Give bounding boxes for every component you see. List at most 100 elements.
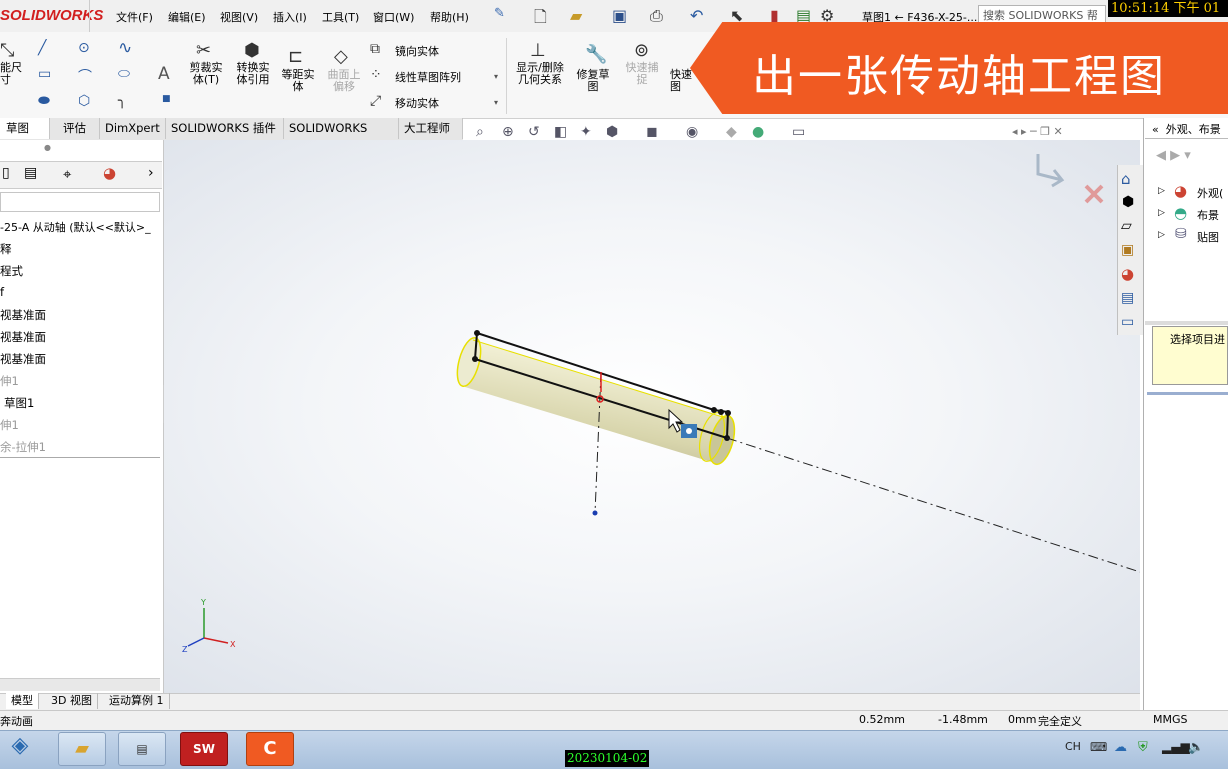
circle-icon[interactable]: ⊙: [78, 40, 90, 56]
tree-item-appearances[interactable]: 外观(: [1197, 185, 1223, 201]
offset-entities-label[interactable]: 等距实 体: [277, 69, 319, 93]
previous-view-icon[interactable]: ↺: [528, 124, 540, 140]
rectangle-icon[interactable]: ▭: [38, 66, 51, 82]
feature-tree-item[interactable]: 伸1: [0, 417, 19, 433]
tab-sketch[interactable]: 草图: [0, 118, 50, 139]
feature-tree-item[interactable]: 视基准面: [0, 351, 46, 367]
smart-dimension-icon[interactable]: ⤡: [0, 40, 14, 61]
save-icon[interactable]: ▣: [612, 6, 627, 25]
feature-tree-item[interactable]: 余-拉伸1: [0, 439, 46, 455]
feature-tree-item[interactable]: 草图1: [4, 395, 34, 411]
forum-icon[interactable]: ▭: [1121, 314, 1134, 330]
chevron-down-icon[interactable]: ▾: [494, 98, 498, 107]
splitter[interactable]: [1145, 321, 1228, 325]
back-arrow-icon[interactable]: ◀ ▶ ▾: [1156, 148, 1191, 163]
filter-input[interactable]: [0, 192, 160, 212]
chevron-right-icon[interactable]: ›: [148, 165, 154, 181]
menu-file[interactable]: 文件(F): [116, 9, 153, 25]
new-document-icon[interactable]: 🗋: [534, 6, 547, 33]
solidworks-logo[interactable]: SOLIDWORKS: [0, 7, 103, 24]
language-indicator[interactable]: CH: [1065, 740, 1081, 753]
cloud-icon[interactable]: ☁: [1114, 740, 1127, 755]
move-entities-icon[interactable]: ⤢: [370, 93, 381, 109]
undo-icon[interactable]: ↶: [690, 6, 703, 25]
tab-3d-views[interactable]: 3D 视图: [46, 693, 98, 709]
document-taskbar-icon[interactable]: ▤: [118, 732, 166, 766]
double-chevron-icon[interactable]: «: [1152, 123, 1159, 136]
menu-window[interactable]: 窗口(W): [373, 9, 414, 25]
convert-entities-label[interactable]: 转换实 体引用: [232, 62, 274, 86]
feature-tree-item[interactable]: 伸1: [0, 373, 19, 389]
text-icon[interactable]: A: [158, 64, 170, 84]
feature-tree-item[interactable]: 释: [0, 241, 12, 257]
menu-help[interactable]: 帮助(H): [430, 9, 469, 25]
horizontal-scrollbar[interactable]: [0, 678, 160, 691]
menu-edit[interactable]: 编辑(E): [168, 9, 206, 25]
property-manager-tab-icon[interactable]: ▤: [24, 165, 37, 181]
panel-grip[interactable]: ●: [44, 143, 51, 152]
tab-addins[interactable]: SOLIDWORKS 插件: [166, 118, 284, 139]
tab-evaluate[interactable]: 评估: [50, 118, 100, 139]
start-orb-icon[interactable]: ◈: [2, 733, 38, 765]
solidworks-taskbar-icon[interactable]: SW: [180, 732, 228, 766]
menu-tools[interactable]: 工具(T): [322, 9, 359, 25]
feature-tree-item[interactable]: f: [0, 285, 4, 299]
menu-insert[interactable]: 插入(I): [273, 9, 307, 25]
unit-system[interactable]: MMGS: [1153, 713, 1188, 726]
move-entities-label[interactable]: 移动实体: [395, 95, 439, 111]
trim-entities-label[interactable]: 剪裁实 体(T): [186, 62, 226, 86]
ellipse-icon[interactable]: ⬭: [118, 66, 130, 82]
display-relations-label[interactable]: 显示/删除 几何关系: [510, 62, 570, 86]
quick-snaps-label[interactable]: 快速捕 捉: [622, 62, 662, 86]
convert-entities-icon[interactable]: ⬢: [244, 40, 260, 61]
pin-icon[interactable]: ✎: [494, 6, 505, 21]
mirror-entities-label[interactable]: 镜向实体: [395, 43, 439, 59]
display-style-icon[interactable]: ◼: [646, 124, 658, 140]
explorer-taskbar-icon[interactable]: ▰: [58, 732, 106, 766]
chevron-down-icon[interactable]: ▾: [494, 72, 498, 81]
line-icon[interactable]: ╱: [38, 40, 46, 56]
feature-tree-item[interactable]: 程式: [0, 263, 23, 279]
tab-motion-study[interactable]: 运动算例 1: [104, 693, 170, 709]
feature-tree-item[interactable]: 视基准面: [0, 329, 46, 345]
point-icon[interactable]: ■: [162, 94, 171, 104]
edit-appearance-icon[interactable]: ◆: [726, 124, 737, 140]
repair-sketch-label[interactable]: 修复草 图: [574, 69, 612, 93]
polygon-icon[interactable]: ⬡: [78, 93, 90, 109]
splitter[interactable]: [1147, 392, 1228, 395]
apply-scene-icon[interactable]: ●: [752, 124, 764, 140]
zoom-to-area-icon[interactable]: ⊕: [502, 124, 514, 140]
tree-item-scenes[interactable]: 布景: [1197, 207, 1219, 223]
spline-icon[interactable]: ∿: [118, 38, 132, 58]
print-icon[interactable]: ⎙: [650, 6, 663, 26]
chevron-right-icon[interactable]: ▷: [1158, 230, 1165, 240]
custom-properties-icon[interactable]: ▤: [1121, 290, 1134, 306]
appearances-icon[interactable]: ◕: [1121, 265, 1134, 283]
window-controls[interactable]: ◂ ▸ ─ ❐ ✕: [1012, 125, 1063, 138]
volume-icon[interactable]: 🔈: [1188, 740, 1204, 755]
camtasia-taskbar-icon[interactable]: C: [246, 732, 294, 766]
linear-pattern-icon[interactable]: ⁘: [370, 67, 382, 83]
security-shield-icon[interactable]: ⛨: [1138, 740, 1148, 755]
linear-pattern-label[interactable]: 线性草图阵列: [395, 69, 461, 85]
menu-view[interactable]: 视图(V): [220, 9, 258, 25]
confirmation-corner[interactable]: [1036, 154, 1104, 204]
view-orientation-icon[interactable]: ⬢: [606, 124, 618, 140]
design-library-icon[interactable]: ⬢: [1122, 194, 1134, 210]
chevron-right-icon[interactable]: ▷: [1158, 208, 1165, 218]
zoom-to-fit-icon[interactable]: ⌕: [476, 124, 484, 140]
feature-manager-tab-icon[interactable]: ▯: [2, 165, 10, 181]
tab-custom[interactable]: 大工程师: [399, 118, 463, 139]
chevron-right-icon[interactable]: ▷: [1158, 186, 1165, 196]
section-view-icon[interactable]: ◧: [554, 124, 567, 140]
network-icon[interactable]: ▂▄▆: [1162, 740, 1190, 754]
display-relations-icon[interactable]: ⊥: [530, 40, 546, 61]
offset-on-surface-icon[interactable]: ◇: [334, 46, 348, 67]
appearance-tab-icon[interactable]: ◕: [103, 164, 116, 182]
tree-item-decals[interactable]: 贴图: [1197, 229, 1219, 245]
view-settings-icon[interactable]: ▭: [792, 124, 805, 140]
config-manager-tab-icon[interactable]: ⌖: [63, 165, 71, 183]
file-explorer-icon[interactable]: ▱: [1121, 218, 1132, 234]
hide-show-icon[interactable]: ◉: [686, 124, 698, 140]
feature-tree-item[interactable]: 视基准面: [0, 307, 46, 323]
